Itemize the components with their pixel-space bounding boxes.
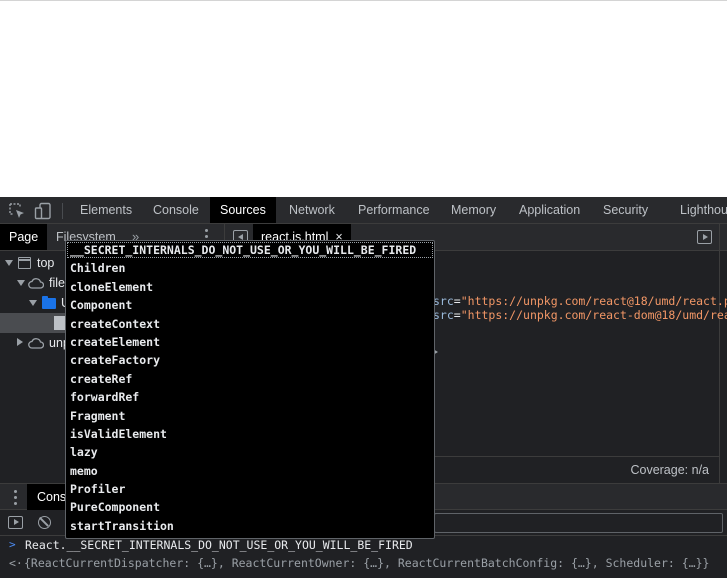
- autocomplete-item[interactable]: forwardRef: [66, 388, 434, 406]
- caret-down-icon[interactable]: [5, 260, 13, 266]
- code-line[interactable]: src="https://unpkg.com/react-dom@18/umd/…: [433, 308, 727, 322]
- autocomplete-item[interactable]: createElement: [66, 333, 434, 351]
- autocomplete-dropdown[interactable]: __SECRET_INTERNALS_DO_NOT_USE_OR_YOU_WIL…: [65, 240, 435, 539]
- code-punct: =: [453, 294, 461, 308]
- code-line[interactable]: src="https://unpkg.com/react@18/umd/reac…: [433, 294, 727, 308]
- console-filter-input[interactable]: [434, 513, 723, 533]
- autocomplete-item[interactable]: startTransition: [66, 517, 434, 535]
- navigator-tab-page[interactable]: Page: [0, 224, 48, 250]
- tab-elements[interactable]: Elements: [70, 197, 142, 223]
- autocomplete-item[interactable]: __SECRET_INTERNALS_DO_NOT_USE_OR_YOU_WIL…: [66, 241, 434, 259]
- inspected-page-viewport: [0, 0, 727, 197]
- cloud-icon: [28, 338, 44, 349]
- clear-console-icon[interactable]: [38, 516, 51, 529]
- prompt-chevron-icon: >: [9, 538, 16, 551]
- autocomplete-item[interactable]: lazy: [66, 443, 434, 461]
- tree-item-label: top: [37, 256, 55, 270]
- tab-lighthouse[interactable]: Lighthouse: [670, 197, 727, 223]
- code-string: "https://unpkg.com/react@18/umd/react.pr: [460, 294, 727, 308]
- tab-network[interactable]: Network: [279, 197, 345, 223]
- tab-application[interactable]: Application: [509, 197, 590, 223]
- code-string: "https://unpkg.com/react-dom@18/umd/reac: [460, 308, 727, 322]
- code-punct: =: [453, 308, 461, 322]
- autocomplete-item[interactable]: createContext: [66, 315, 434, 333]
- autocomplete-item[interactable]: cloneElement: [66, 278, 434, 296]
- autocomplete-item[interactable]: memo: [66, 462, 434, 480]
- tab-security[interactable]: Security: [593, 197, 658, 223]
- autocomplete-item[interactable]: isValidElement: [66, 425, 434, 443]
- autocomplete-item[interactable]: Children: [66, 259, 434, 277]
- tab-performance[interactable]: Performance: [348, 197, 440, 223]
- console-sidebar-icon[interactable]: [8, 516, 23, 529]
- toggle-debugger-icon[interactable]: [697, 230, 712, 244]
- console-result-line[interactable]: <· {ReactCurrentDispatcher: {…}, ReactCu…: [0, 554, 727, 572]
- autocomplete-item[interactable]: Component: [66, 296, 434, 314]
- tab-memory[interactable]: Memory: [441, 197, 506, 223]
- result-arrow-icon: <·: [9, 556, 23, 570]
- caret-down-icon[interactable]: [29, 300, 37, 306]
- file-icon: [54, 316, 65, 330]
- cloud-icon: [28, 278, 44, 289]
- caret-right-icon[interactable]: [17, 338, 23, 346]
- autocomplete-item[interactable]: PureComponent: [66, 498, 434, 516]
- toolbar-separator: [62, 203, 63, 219]
- console-result-text[interactable]: {ReactCurrentDispatcher: {…}, ReactCurre…: [24, 554, 709, 572]
- coverage-status[interactable]: Coverage: n/a: [630, 457, 709, 483]
- editor-divider: [719, 224, 720, 483]
- autocomplete-item[interactable]: Profiler: [66, 480, 434, 498]
- device-toolbar-icon[interactable]: [34, 202, 52, 220]
- tab-console[interactable]: Console: [143, 197, 209, 223]
- frame-icon: [18, 257, 31, 269]
- folder-icon: [42, 296, 56, 309]
- devtools-main-tabbar: Elements Console Sources Network Perform…: [0, 197, 727, 224]
- inspect-element-icon[interactable]: [8, 202, 26, 220]
- caret-down-icon[interactable]: [17, 280, 25, 286]
- code-attr: src: [433, 308, 454, 322]
- autocomplete-item[interactable]: Fragment: [66, 407, 434, 425]
- autocomplete-item[interactable]: createFactory: [66, 351, 434, 369]
- tab-sources[interactable]: Sources: [210, 197, 276, 223]
- autocomplete-item[interactable]: createRef: [66, 370, 434, 388]
- code-attr: src: [433, 294, 454, 308]
- drawer-menu-icon[interactable]: [14, 490, 18, 506]
